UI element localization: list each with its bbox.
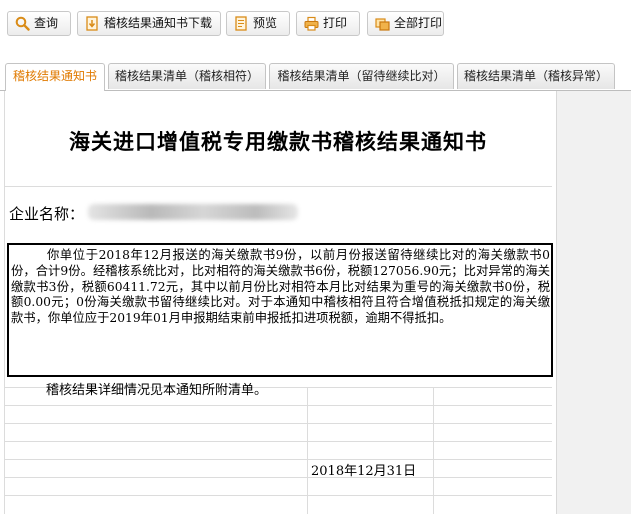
tab-label: 稽核结果清单（稽核相符） xyxy=(114,69,259,83)
printer-icon xyxy=(304,16,319,31)
toolbar: 查询 稽核结果通知书下载 预览 打印 全部打印 xyxy=(0,0,631,50)
document-title: 海关进口增值税专用缴款书稽核结果通知书 xyxy=(69,129,487,154)
viewer-gutter xyxy=(556,91,631,514)
query-label: 查询 xyxy=(34,16,59,30)
grid-line xyxy=(4,477,552,478)
notice-body: 你单位于2018年12月报送的海关缴款书9份，以前月份报送留待继续比对的海关缴款… xyxy=(7,243,553,377)
tab-label: 稽核结果清单（稽核异常） xyxy=(463,69,608,83)
tab-label: 稽核结果通知书 xyxy=(12,69,97,83)
tab-list-abnormal[interactable]: 稽核结果清单（稽核异常） xyxy=(457,63,615,89)
grid-line xyxy=(4,459,552,460)
download-document-icon xyxy=(86,16,98,31)
notice-date: 2018年12月31日 xyxy=(311,464,417,479)
audit-notice-document: 海关进口增值税专用缴款书稽核结果通知书 企业名称： 你单位于2018年12月报送… xyxy=(0,91,556,514)
grid-line xyxy=(4,423,552,424)
tab-label: 稽核结果清单（留待继续比对） xyxy=(277,69,446,83)
tab-list-matched[interactable]: 稽核结果清单（稽核相符） xyxy=(108,63,266,89)
grid-line xyxy=(4,441,552,442)
print-label: 打印 xyxy=(323,16,348,30)
download-notice-label: 稽核结果通知书下载 xyxy=(104,16,213,30)
search-icon xyxy=(15,16,30,31)
grid-line xyxy=(433,387,434,514)
tab-audit-notice[interactable]: 稽核结果通知书 xyxy=(5,63,105,91)
grid-line xyxy=(4,495,552,496)
preview-button[interactable]: 预览 xyxy=(226,11,290,36)
detail-note: 稽核结果详细情况见本通知所附清单。 xyxy=(46,383,268,398)
preview-label: 预览 xyxy=(253,16,278,30)
tab-bar: 稽核结果通知书 稽核结果清单（稽核相符） 稽核结果清单（留待继续比对） 稽核结果… xyxy=(0,58,631,91)
grid-line xyxy=(4,186,552,187)
grid-line xyxy=(307,387,308,514)
query-button[interactable]: 查询 xyxy=(7,11,71,36)
print-button[interactable]: 打印 xyxy=(296,11,360,36)
preview-icon xyxy=(235,16,247,31)
print-all-label: 全部打印 xyxy=(394,16,443,30)
grid-line xyxy=(4,405,552,406)
print-all-icon xyxy=(375,18,390,31)
company-name-redacted xyxy=(88,204,298,220)
print-all-button[interactable]: 全部打印 xyxy=(367,11,444,36)
download-notice-button[interactable]: 稽核结果通知书下载 xyxy=(77,11,221,36)
tab-list-pending[interactable]: 稽核结果清单（留待继续比对） xyxy=(269,63,454,89)
company-name-label: 企业名称： xyxy=(9,205,85,223)
document-viewer: 海关进口增值税专用缴款书稽核结果通知书 企业名称： 你单位于2018年12月报送… xyxy=(0,91,631,514)
